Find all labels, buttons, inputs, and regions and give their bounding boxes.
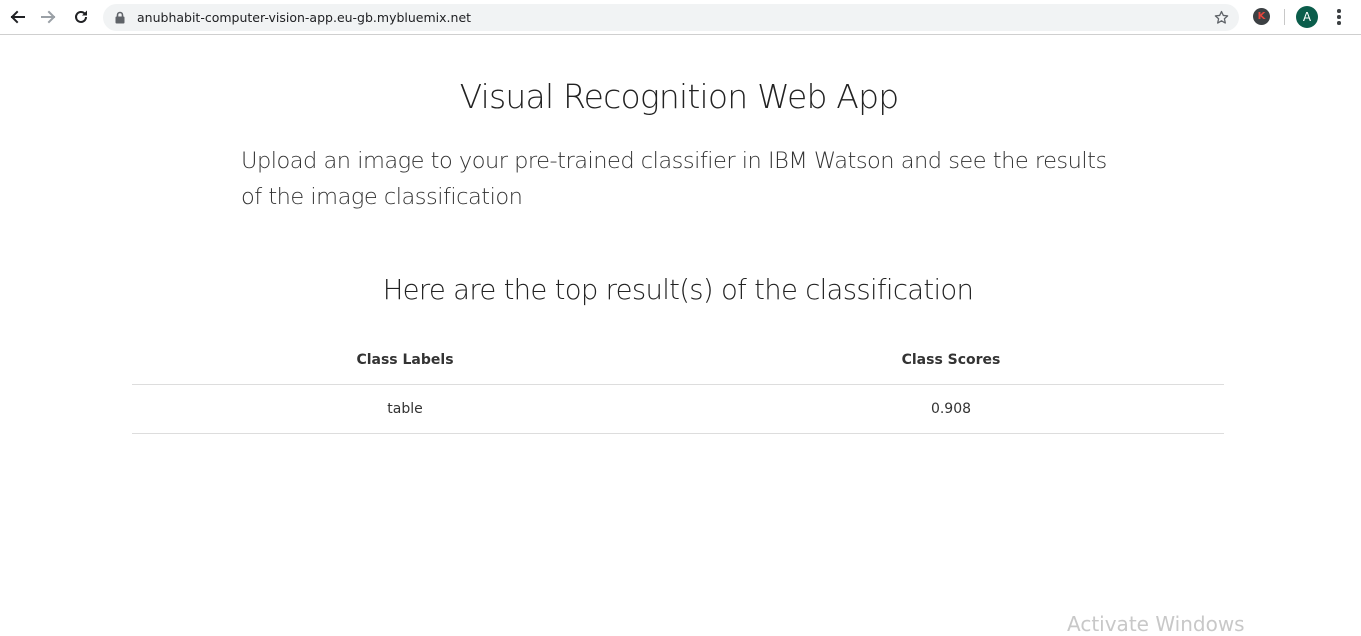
browser-toolbar: anubhabit-computer-vision-app.eu-gb.mybl…: [0, 0, 1361, 35]
results-table: Class Labels Class Scores table 0.908: [132, 335, 1224, 434]
back-button[interactable]: [5, 5, 29, 29]
table-row: table 0.908: [132, 384, 1224, 434]
toolbar-divider: [1284, 9, 1285, 25]
address-bar[interactable]: anubhabit-computer-vision-app.eu-gb.mybl…: [103, 4, 1239, 31]
column-header-class-labels: Class Labels: [132, 335, 678, 385]
extension-icon[interactable]: K: [1253, 8, 1270, 25]
page-title: Visual Recognition Web App: [459, 77, 900, 116]
forward-button[interactable]: [37, 5, 61, 29]
results-heading: Here are the top result(s) of the classi…: [382, 274, 974, 306]
url-text[interactable]: anubhabit-computer-vision-app.eu-gb.mybl…: [137, 9, 471, 26]
class-score-cell: 0.908: [678, 384, 1224, 434]
reload-icon: [75, 10, 87, 23]
page-subtitle: Upload an image to your pre-trained clas…: [241, 148, 1107, 210]
column-header-class-scores: Class Scores: [678, 335, 1224, 385]
back-arrow-icon: [10, 10, 25, 24]
activate-windows-watermark: Activate Windows: [1067, 612, 1245, 636]
table-header-row: Class Labels Class Scores: [132, 335, 1224, 385]
menu-dot: [1337, 15, 1341, 19]
profile-avatar[interactable]: A: [1296, 6, 1318, 28]
forward-arrow-icon: [41, 10, 56, 24]
lock-icon[interactable]: [114, 11, 126, 24]
class-label-cell: table: [132, 384, 678, 434]
menu-dot: [1337, 21, 1341, 25]
menu-dot: [1337, 9, 1341, 13]
star-icon[interactable]: [1213, 9, 1230, 26]
more-vert-icon[interactable]: [1331, 7, 1347, 27]
reload-button[interactable]: [69, 5, 93, 29]
